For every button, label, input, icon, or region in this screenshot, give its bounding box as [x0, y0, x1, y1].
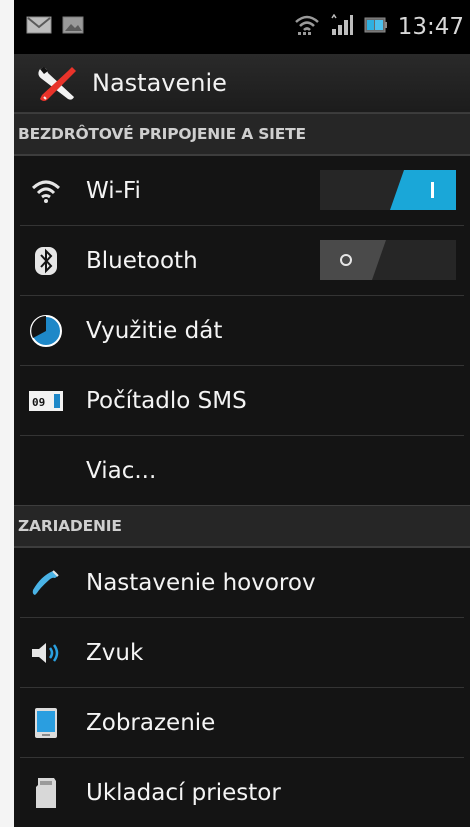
storage-icon: [28, 775, 64, 811]
section-header-device: ZARIADENIE: [14, 505, 470, 548]
settings-item-label: Viac...: [86, 457, 157, 484]
wifi-icon: [28, 173, 64, 209]
settings-item-bluetooth[interactable]: Bluetooth: [20, 226, 464, 296]
sms-counter-icon: 09: [28, 383, 64, 419]
settings-item-label: Počítadlo SMS: [86, 387, 247, 414]
battery-icon: [364, 15, 388, 39]
display-icon: [28, 705, 64, 741]
settings-item-label: Využitie dát: [86, 317, 223, 344]
page-title: Nastavenie: [92, 69, 227, 97]
settings-item-wifi[interactable]: Wi-Fi: [20, 156, 464, 226]
device-frame-edge: [0, 0, 14, 827]
settings-item-label: Nastavenie hovorov: [86, 569, 316, 596]
settings-item-label: Zvuk: [86, 639, 144, 666]
settings-item-label: Wi-Fi: [86, 177, 141, 204]
settings-item-more[interactable]: Viac...: [20, 436, 464, 505]
gallery-icon: [62, 15, 84, 39]
sms-counter-icon-text: 09: [32, 396, 45, 409]
gmail-icon: [26, 15, 52, 39]
settings-item-storage[interactable]: Ukladací priestor: [20, 758, 464, 827]
speaker-icon: [28, 635, 64, 671]
wifi-signal-icon: [294, 14, 320, 40]
status-bar: 13:47: [14, 0, 470, 54]
settings-item-display[interactable]: Zobrazenie: [20, 688, 464, 758]
bluetooth-toggle[interactable]: [320, 240, 456, 280]
phone-icon: [28, 565, 64, 601]
wifi-toggle[interactable]: [320, 170, 456, 210]
settings-item-label: Zobrazenie: [86, 709, 216, 736]
settings-item-call-settings[interactable]: Nastavenie hovorov: [20, 548, 464, 618]
status-time: 13:47: [397, 14, 464, 40]
settings-item-label: Ukladací priestor: [86, 779, 281, 806]
settings-item-sms-counter[interactable]: 09 Počítadlo SMS: [20, 366, 464, 436]
bluetooth-icon: [28, 243, 64, 279]
settings-item-sound[interactable]: Zvuk: [20, 618, 464, 688]
cell-signal-icon: [330, 13, 354, 40]
settings-item-data-usage[interactable]: Využitie dát: [20, 296, 464, 366]
settings-screen: 13:47 Nastavenie BEZDRÔTOVÉ PRIPOJENIE A…: [14, 0, 470, 827]
data-usage-icon: [28, 313, 64, 349]
settings-item-label: Bluetooth: [86, 247, 198, 274]
section-header-wireless: BEZDRÔTOVÉ PRIPOJENIE A SIETE: [14, 113, 470, 156]
action-bar: Nastavenie: [14, 54, 470, 113]
tools-icon: [34, 61, 78, 105]
